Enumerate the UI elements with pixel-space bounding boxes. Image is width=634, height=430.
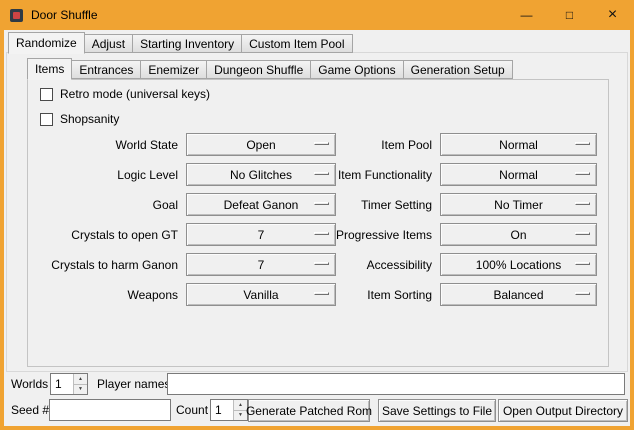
tab-entrances[interactable]: Entrances	[71, 60, 141, 79]
shopsanity-checkbox[interactable]	[40, 113, 53, 126]
count-spinner-arrows: ▲ ▼	[233, 400, 247, 420]
open-output-directory-button[interactable]: Open Output Directory	[498, 399, 628, 422]
crystals-open-gt-label: Crystals to open GT	[28, 224, 178, 246]
shopsanity-checkbox-row[interactable]: Shopsanity	[40, 111, 119, 127]
worlds-input[interactable]	[51, 374, 73, 394]
dropdown-value: Normal	[499, 168, 538, 182]
dropdown-indicator-icon	[575, 202, 590, 205]
window-controls: — □ ×	[505, 0, 634, 30]
close-icon[interactable]: ×	[591, 0, 634, 30]
dropdown-indicator-icon	[575, 262, 590, 265]
generate-patched-rom-button[interactable]: Generate Patched Rom	[248, 399, 370, 422]
main-tab-bar: Randomize Adjust Starting Inventory Cust…	[8, 32, 352, 53]
minimize-icon[interactable]: —	[505, 0, 548, 30]
count-input[interactable]	[211, 400, 233, 420]
dropdown-value: 7	[258, 258, 265, 272]
dropdown-indicator-icon	[575, 142, 590, 145]
worlds-spinner[interactable]: ▲ ▼	[50, 373, 88, 395]
dropdown-value: Balanced	[493, 288, 543, 302]
randomize-pane: Items Entrances Enemizer Dungeon Shuffle…	[6, 52, 628, 372]
world-state-label: World State	[28, 134, 178, 156]
worlds-label: Worlds	[11, 373, 48, 395]
spin-down-icon[interactable]: ▼	[74, 384, 87, 395]
progressive-items-label: Progressive Items	[280, 224, 432, 246]
timer-setting-dropdown[interactable]: No Timer	[440, 193, 597, 216]
tab-randomize[interactable]: Randomize	[8, 32, 85, 54]
item-pool-label: Item Pool	[280, 134, 432, 156]
dropdown-value: No Timer	[494, 198, 543, 212]
client-area: Randomize Adjust Starting Inventory Cust…	[4, 30, 630, 426]
tab-game-options[interactable]: Game Options	[310, 60, 403, 79]
count-spinner[interactable]: ▲ ▼	[210, 399, 248, 421]
count-label: Count	[176, 399, 208, 421]
crystals-harm-ganon-label: Crystals to harm Ganon	[28, 254, 178, 276]
dropdown-indicator-icon	[575, 232, 590, 235]
save-settings-button[interactable]: Save Settings to File	[378, 399, 496, 422]
dropdown-indicator-icon	[575, 292, 590, 295]
tab-items[interactable]: Items	[27, 58, 72, 80]
weapons-label: Weapons	[28, 284, 178, 306]
dropdown-value: 100% Locations	[476, 258, 561, 272]
player-names-label: Player names	[97, 373, 170, 395]
item-sorting-label: Item Sorting	[280, 284, 432, 306]
dropdown-value: Vanilla	[243, 288, 278, 302]
item-functionality-dropdown[interactable]: Normal	[440, 163, 597, 186]
tab-dungeon-shuffle[interactable]: Dungeon Shuffle	[206, 60, 311, 79]
title-bar[interactable]: Door Shuffle — □ ×	[0, 0, 634, 30]
goal-label: Goal	[28, 194, 178, 216]
shopsanity-label: Shopsanity	[60, 112, 119, 126]
item-sorting-dropdown[interactable]: Balanced	[440, 283, 597, 306]
logic-level-label: Logic Level	[28, 164, 178, 186]
app-window: Door Shuffle — □ × Randomize Adjust Star…	[0, 0, 634, 430]
tab-enemizer[interactable]: Enemizer	[140, 60, 207, 79]
accessibility-label: Accessibility	[280, 254, 432, 276]
retro-mode-checkbox[interactable]	[40, 88, 53, 101]
tab-custom-item-pool[interactable]: Custom Item Pool	[241, 34, 352, 53]
maximize-icon[interactable]: □	[548, 0, 591, 30]
tab-starting-inventory[interactable]: Starting Inventory	[132, 34, 242, 53]
seed-input[interactable]	[49, 399, 171, 421]
progressive-items-dropdown[interactable]: On	[440, 223, 597, 246]
spin-up-icon[interactable]: ▲	[74, 374, 87, 384]
timer-setting-label: Timer Setting	[280, 194, 432, 216]
window-title: Door Shuffle	[31, 8, 98, 22]
dropdown-value: 7	[258, 228, 265, 242]
tab-adjust[interactable]: Adjust	[84, 34, 133, 53]
app-icon	[10, 9, 23, 22]
dropdown-value: Open	[246, 138, 275, 152]
dropdown-value: On	[510, 228, 526, 242]
tab-generation-setup[interactable]: Generation Setup	[403, 60, 513, 79]
item-pool-dropdown[interactable]: Normal	[440, 133, 597, 156]
retro-mode-checkbox-row[interactable]: Retro mode (universal keys)	[40, 86, 210, 102]
accessibility-dropdown[interactable]: 100% Locations	[440, 253, 597, 276]
dropdown-indicator-icon	[575, 172, 590, 175]
seed-label: Seed #	[11, 399, 49, 421]
randomize-sub-tab-bar: Items Entrances Enemizer Dungeon Shuffle…	[27, 58, 512, 79]
items-pane: Retro mode (universal keys) Shopsanity W…	[27, 79, 609, 367]
worlds-spinner-arrows: ▲ ▼	[73, 374, 87, 394]
retro-mode-label: Retro mode (universal keys)	[60, 87, 210, 101]
player-names-input[interactable]	[167, 373, 625, 395]
dropdown-value: Normal	[499, 138, 538, 152]
item-functionality-label: Item Functionality	[280, 164, 432, 186]
